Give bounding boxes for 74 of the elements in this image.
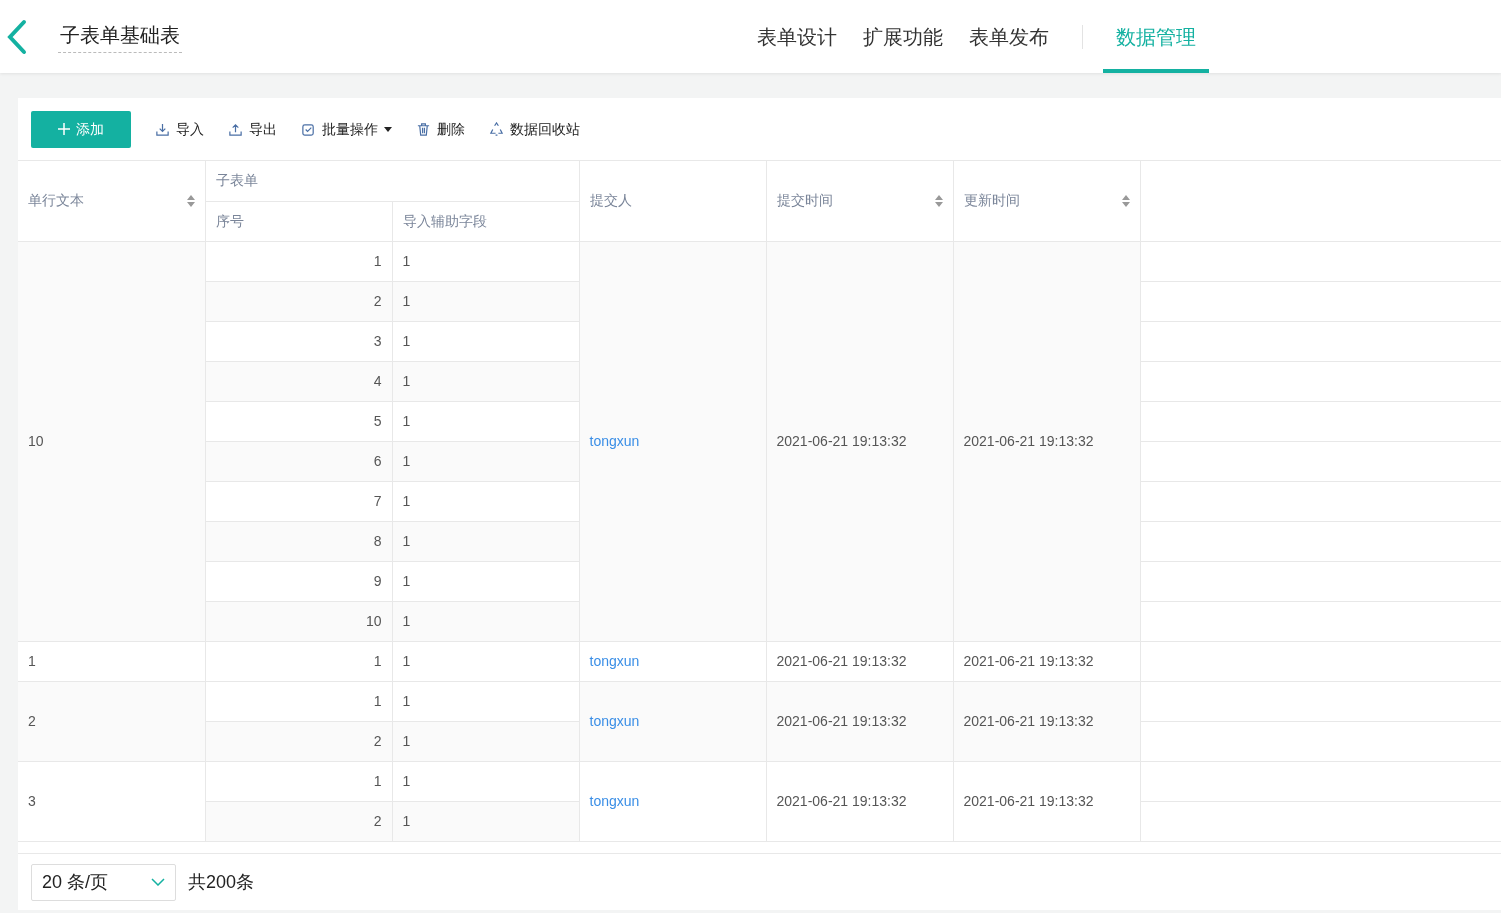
upload-icon: [228, 121, 243, 137]
column-header: 提交人: [579, 161, 766, 241]
trash-icon: [416, 121, 431, 137]
column-header[interactable]: 提交时间: [766, 161, 953, 241]
table-cell: 1: [205, 681, 392, 721]
table-cell: 1: [392, 561, 579, 601]
submitter-link[interactable]: tongxun: [589, 652, 640, 669]
table-cell: 2021-06-21 19:13:32: [766, 241, 953, 641]
table-cell: 6: [205, 441, 392, 481]
table-cell: 1: [392, 761, 579, 801]
table-cell: 10: [18, 241, 205, 641]
table-cell: 2: [205, 281, 392, 321]
table-cell: 2021-06-21 19:13:32: [766, 641, 953, 681]
table-cell: 1: [392, 641, 579, 681]
checklist-icon: [301, 121, 316, 137]
column-header: 子表单: [205, 161, 579, 201]
table-cell: 1: [392, 241, 579, 281]
table-cell: 1: [392, 721, 579, 761]
sort-icon[interactable]: [934, 194, 943, 207]
form-title[interactable]: 子表单基础表: [58, 20, 182, 53]
table-cell: 2021-06-21 19:13:32: [953, 241, 1140, 641]
table-cell: 1: [392, 401, 579, 441]
column-header[interactable]: 更新时间: [953, 161, 1140, 241]
table-cell: 4: [205, 361, 392, 401]
nav-tab[interactable]: 表单设计: [744, 0, 850, 73]
table-cell: 1: [392, 521, 579, 561]
toolbar-action[interactable]: 导出: [228, 118, 277, 140]
download-icon: [155, 121, 170, 137]
nav-tab[interactable]: 扩展功能: [850, 0, 956, 73]
back-icon[interactable]: [6, 18, 28, 55]
table-cell: 1: [205, 761, 392, 801]
table-cell: 1: [205, 241, 392, 281]
column-header[interactable]: 单行文本: [18, 161, 205, 241]
column-header: 序号: [205, 201, 392, 241]
toolbar-action[interactable]: 导入: [155, 118, 204, 140]
toolbar-action[interactable]: 批量操作: [301, 118, 392, 140]
submitter-link[interactable]: tongxun: [589, 792, 640, 809]
table-cell: 1: [392, 601, 579, 641]
recycle-icon: [489, 121, 504, 137]
table-cell: 1: [392, 361, 579, 401]
table-cell: 2021-06-21 19:13:32: [766, 761, 953, 841]
table-cell: 1: [392, 681, 579, 721]
chevron-down-icon: [151, 878, 165, 886]
sort-icon[interactable]: [1121, 194, 1130, 207]
table-cell: 5: [205, 401, 392, 441]
table-cell: 2021-06-21 19:13:32: [766, 681, 953, 761]
toolbar-action[interactable]: 删除: [416, 118, 465, 140]
table-cell: 2021-06-21 19:13:32: [953, 641, 1140, 681]
table-cell: 8: [205, 521, 392, 561]
sort-icon[interactable]: [186, 194, 195, 207]
table-cell: 3: [18, 761, 205, 841]
table-cell: 1: [205, 641, 392, 681]
table-cell: 2: [205, 721, 392, 761]
toolbar-action[interactable]: 数据回收站: [489, 118, 580, 140]
caret-icon: [384, 126, 392, 132]
table-cell: 7: [205, 481, 392, 521]
column-header: 导入辅助字段: [392, 201, 579, 241]
table-cell: 1: [392, 321, 579, 361]
page-size-select[interactable]: 20 条/页: [31, 863, 176, 901]
table-cell: 2: [205, 801, 392, 841]
table-cell: 1: [392, 441, 579, 481]
table-cell: 2: [18, 681, 205, 761]
table-cell: 10: [205, 601, 392, 641]
nav-tab[interactable]: 表单发布: [956, 0, 1062, 73]
table-cell: 1: [392, 481, 579, 521]
table-cell: 2021-06-21 19:13:32: [953, 761, 1140, 841]
table-cell: 1: [392, 281, 579, 321]
table-cell: 3: [205, 321, 392, 361]
plus-icon: [58, 123, 70, 135]
total-count: 共200条: [188, 870, 255, 894]
table-cell: 1: [18, 641, 205, 681]
table-cell: 1: [392, 801, 579, 841]
table-cell: 2021-06-21 19:13:32: [953, 681, 1140, 761]
table-cell: 9: [205, 561, 392, 601]
